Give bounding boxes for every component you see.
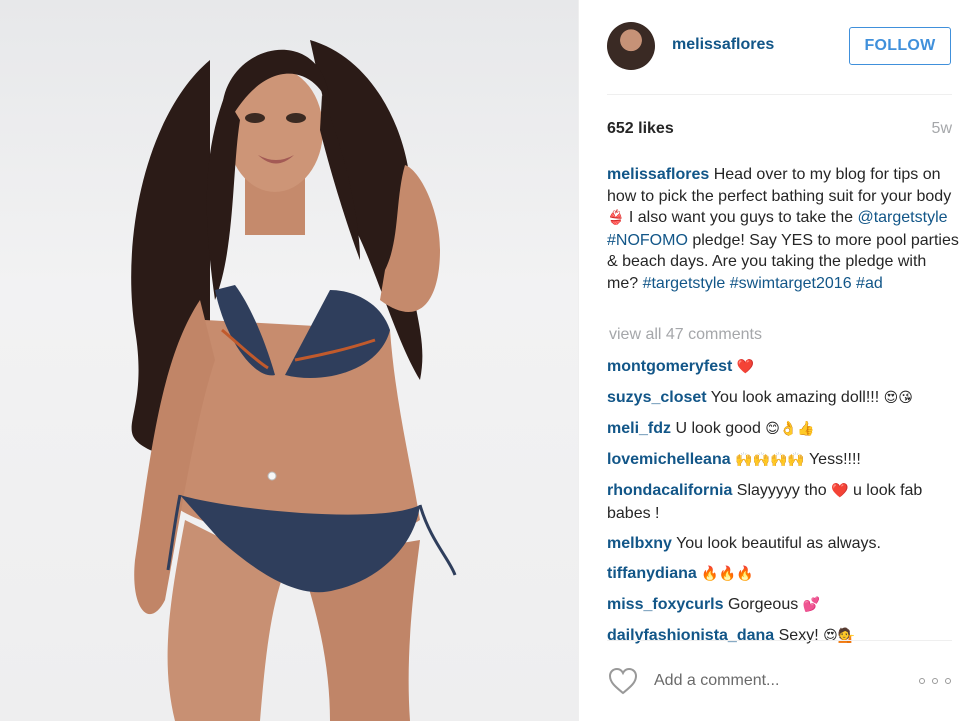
comment-emoji: ❤️ xyxy=(831,483,849,499)
comment-username[interactable]: montgomeryfest xyxy=(607,358,732,375)
comment-text: You look amazing doll!!! xyxy=(706,389,884,406)
comment-emoji: 😊👌👍 xyxy=(765,421,815,437)
post-header: melissaflores FOLLOW xyxy=(579,0,980,94)
like-count[interactable]: 652 likes xyxy=(607,120,674,138)
comment-text: Gorgeous xyxy=(723,595,803,613)
comment-username[interactable]: suzys_closet xyxy=(607,389,707,406)
comment-text: Slayyyyy tho xyxy=(732,482,832,499)
bikini-emoji: 👙 xyxy=(607,210,625,226)
hashtag-link[interactable]: #NOFOMO xyxy=(607,232,688,249)
caption-text: I also want you guys to take the xyxy=(624,209,858,226)
post-age[interactable]: 5w xyxy=(932,120,952,138)
comment-text: U look good xyxy=(671,420,766,437)
avatar[interactable] xyxy=(607,22,655,70)
view-all-comments-link[interactable]: view all 47 comments xyxy=(609,326,762,344)
post-username[interactable]: melissaflores xyxy=(672,36,774,54)
caption-username[interactable]: melissaflores xyxy=(607,166,709,183)
comment-item: montgomeryfest ❤️ xyxy=(607,356,959,379)
comment-emoji: ❤️ xyxy=(736,359,755,375)
comment-username[interactable]: meli_fdz xyxy=(607,420,671,437)
comment-username[interactable]: tiffanydiana xyxy=(607,565,697,582)
photo-illustration xyxy=(131,40,457,721)
comment-item: miss_foxycurls Gorgeous 💕 xyxy=(607,594,959,617)
comment-item: suzys_closet You look amazing doll!!! 😍😘 xyxy=(607,387,959,410)
comment-emoji: 🙌🙌🙌🙌 xyxy=(735,452,805,468)
follow-button[interactable]: FOLLOW xyxy=(849,27,951,65)
comment-footer: Add a comment... xyxy=(579,640,980,721)
comment-text: You look beautiful as always. xyxy=(671,534,881,552)
hashtag-link[interactable]: #swimtarget2016 xyxy=(730,275,852,292)
comment-item: melbxny You look beautiful as always. xyxy=(607,533,959,555)
comment-username[interactable]: melbxny xyxy=(607,535,672,552)
dot-icon xyxy=(945,678,951,684)
more-options-icon[interactable] xyxy=(919,670,951,692)
comment-username[interactable]: miss_foxycurls xyxy=(607,596,724,613)
header-divider xyxy=(607,94,952,95)
comment-item: rhondacalifornia Slayyyyy tho ❤️ u look … xyxy=(607,480,959,524)
mention-link[interactable]: @targetstyle xyxy=(857,209,947,226)
heart-outline-icon[interactable] xyxy=(607,666,639,696)
post-caption: melissaflores Head over to my blog for t… xyxy=(607,164,959,294)
comment-item: lovemichelleana 🙌🙌🙌🙌 Yess!!!! xyxy=(607,449,959,472)
add-comment-input[interactable]: Add a comment... xyxy=(654,672,779,690)
comment-text: Yess!!!! xyxy=(804,451,861,468)
dot-icon xyxy=(919,678,925,684)
comment-item: tiffanydiana 🔥🔥🔥 xyxy=(607,563,959,586)
comment-list: montgomeryfest ❤️ suzys_closet You look … xyxy=(607,356,959,656)
comment-username[interactable]: rhondacalifornia xyxy=(607,482,732,499)
hashtag-link[interactable]: #targetstyle xyxy=(643,275,726,292)
hashtag-link[interactable]: #ad xyxy=(856,275,883,292)
post-sidebar: melissaflores FOLLOW 652 likes 5w meliss… xyxy=(578,0,980,721)
dot-icon xyxy=(932,678,938,684)
comment-emoji: 😍😘 xyxy=(883,390,913,406)
post-photo[interactable] xyxy=(0,0,578,721)
comment-emoji: 💕 xyxy=(802,596,821,613)
comment-emoji: 🔥🔥🔥 xyxy=(701,565,754,582)
comment-item: meli_fdz U look good 😊👌👍 xyxy=(607,418,959,441)
comment-username[interactable]: lovemichelleana xyxy=(607,451,731,468)
